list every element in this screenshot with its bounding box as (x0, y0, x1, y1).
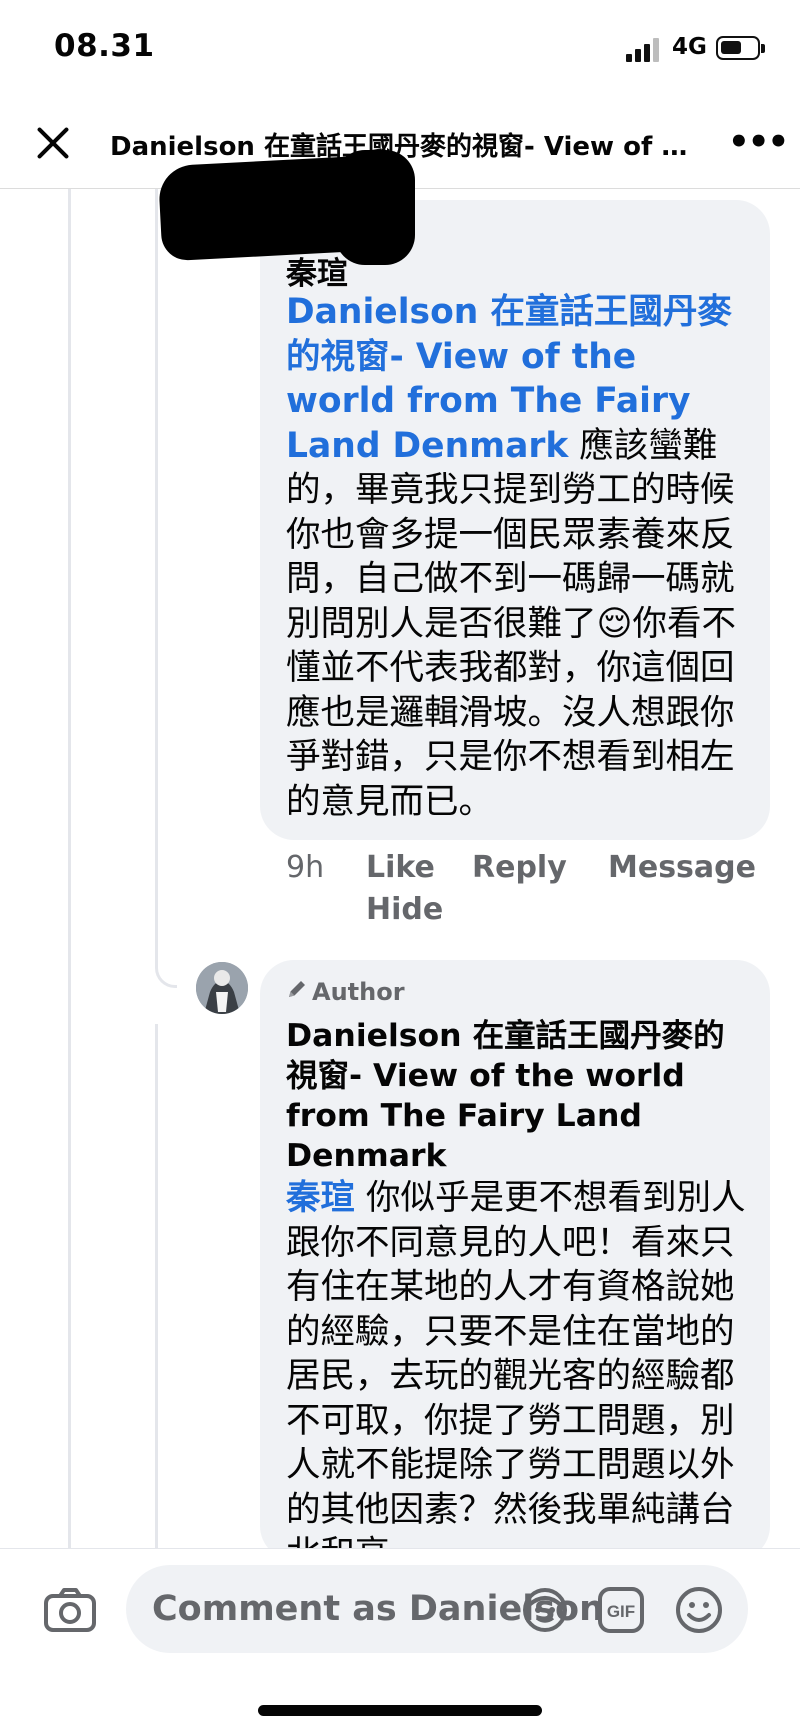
comment-input[interactable] (126, 1565, 748, 1653)
avatar-sticker-icon[interactable] (520, 1585, 570, 1635)
like-button[interactable]: Like (366, 850, 435, 885)
author-badge-label: Author (312, 978, 405, 1006)
home-indicator[interactable] (258, 1705, 542, 1716)
battery-icon (716, 36, 765, 60)
message-button[interactable]: Message (608, 850, 756, 885)
camera-icon[interactable] (44, 1587, 96, 1633)
avatar[interactable] (196, 962, 248, 1014)
svg-text:GIF: GIF (607, 1602, 635, 1621)
comment-composer: GIF (0, 1548, 800, 1733)
thread-line-outer (68, 189, 71, 1549)
gif-icon[interactable]: GIF (596, 1585, 646, 1635)
comment-author[interactable]: Danielson 在童話王國丹麥的視窗- View of the world … (286, 1016, 746, 1176)
comment-body: 應該蠻難的，畢竟我只提到勞工的時候你也會多提一個民眾素養來反問，自己做不到一碼歸… (286, 425, 736, 822)
mention-link[interactable]: 秦瑄 (286, 1178, 355, 1218)
status-time: 08.31 (54, 28, 155, 64)
reply-button[interactable]: Reply (472, 850, 567, 885)
thread-line-lower (155, 1024, 158, 1549)
comment-body: 你似乎是更不想看到別人跟你不同意見的人吧！看來只有住在某地的人才有資格說她的經驗… (286, 1178, 746, 1574)
comment-time: 9h (286, 850, 325, 885)
comment-text: 秦瑄 你似乎是更不想看到別人跟你不同意見的人吧！看來只有住在某地的人才有資格說她… (286, 1176, 756, 1577)
author-badge: Author (286, 978, 405, 1006)
hide-button[interactable]: Hide (366, 892, 443, 927)
signal-icon (626, 38, 666, 62)
comment-text: Danielson 在童話王國丹麥的視窗- View of the world … (286, 290, 756, 824)
network-type: 4G (672, 34, 707, 60)
status-bar: 08.31 4G (0, 0, 800, 100)
more-dots-icon[interactable]: ••• (728, 122, 789, 162)
emoji-icon[interactable] (674, 1585, 724, 1635)
avatar-photo (196, 962, 248, 1014)
thread-connector (155, 948, 177, 988)
close-icon[interactable] (30, 120, 76, 166)
comment-author[interactable]: 秦瑄 (286, 248, 348, 293)
pencil-icon (286, 978, 312, 1006)
thread-line-inner (155, 189, 158, 951)
